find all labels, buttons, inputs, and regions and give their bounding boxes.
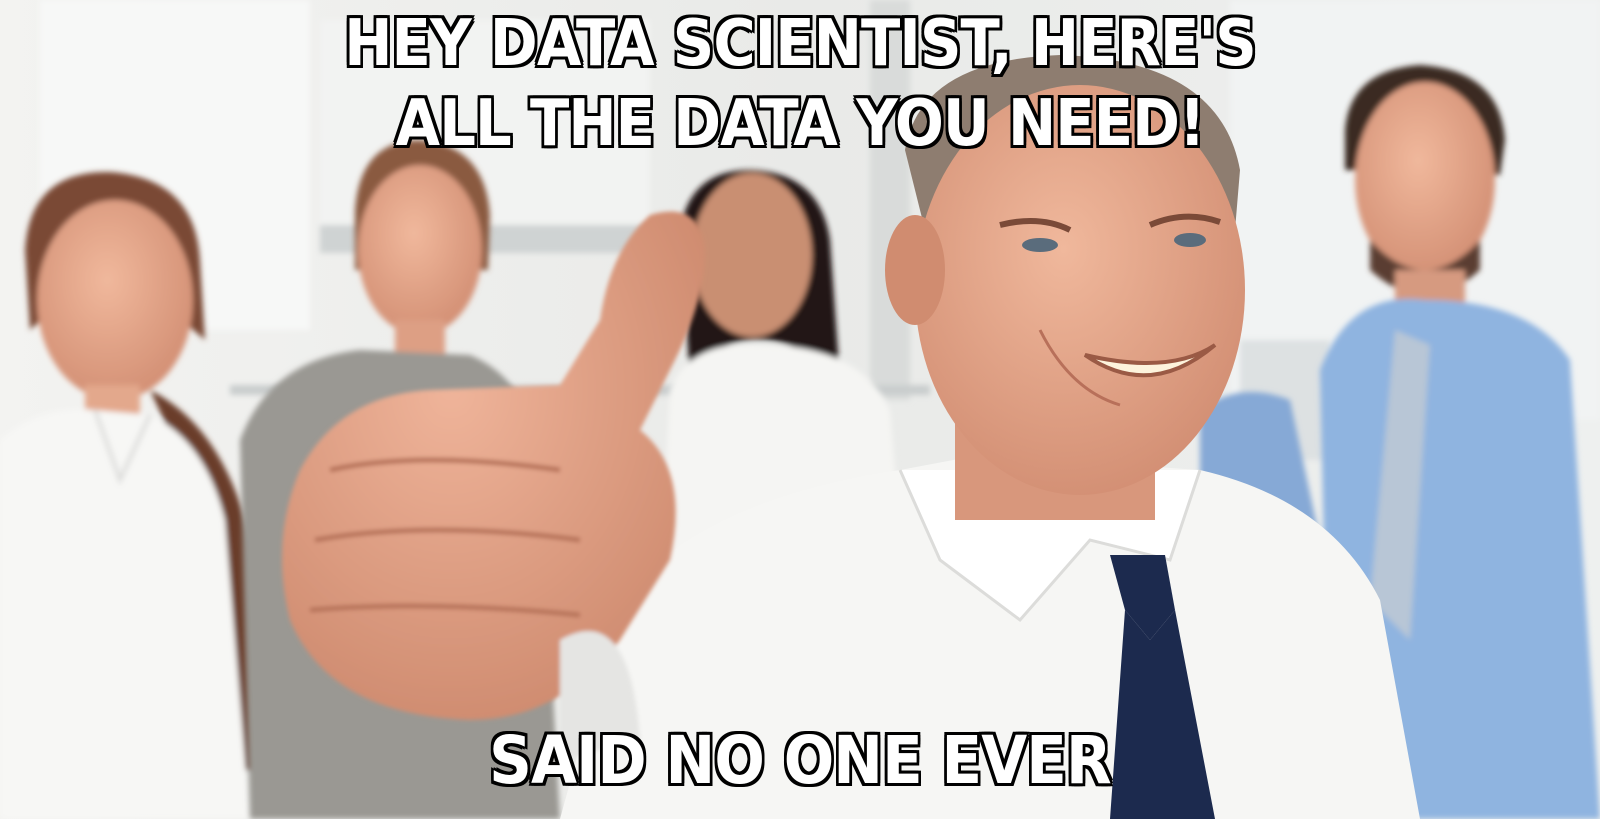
meme-top-caption-line2: ALL THE DATA YOU NEED! bbox=[395, 86, 1207, 162]
meme-top-caption-line1: HEY DATA SCIENTIST, HERE'S bbox=[343, 6, 1257, 82]
meme-image: HEY DATA SCIENTIST, HERE'S ALL THE DATA … bbox=[0, 0, 1600, 819]
meme-bottom-caption: SAID NO ONE EVER bbox=[488, 721, 1112, 800]
meme-top-caption: HEY DATA SCIENTIST, HERE'S ALL THE DATA … bbox=[80, 4, 1520, 164]
